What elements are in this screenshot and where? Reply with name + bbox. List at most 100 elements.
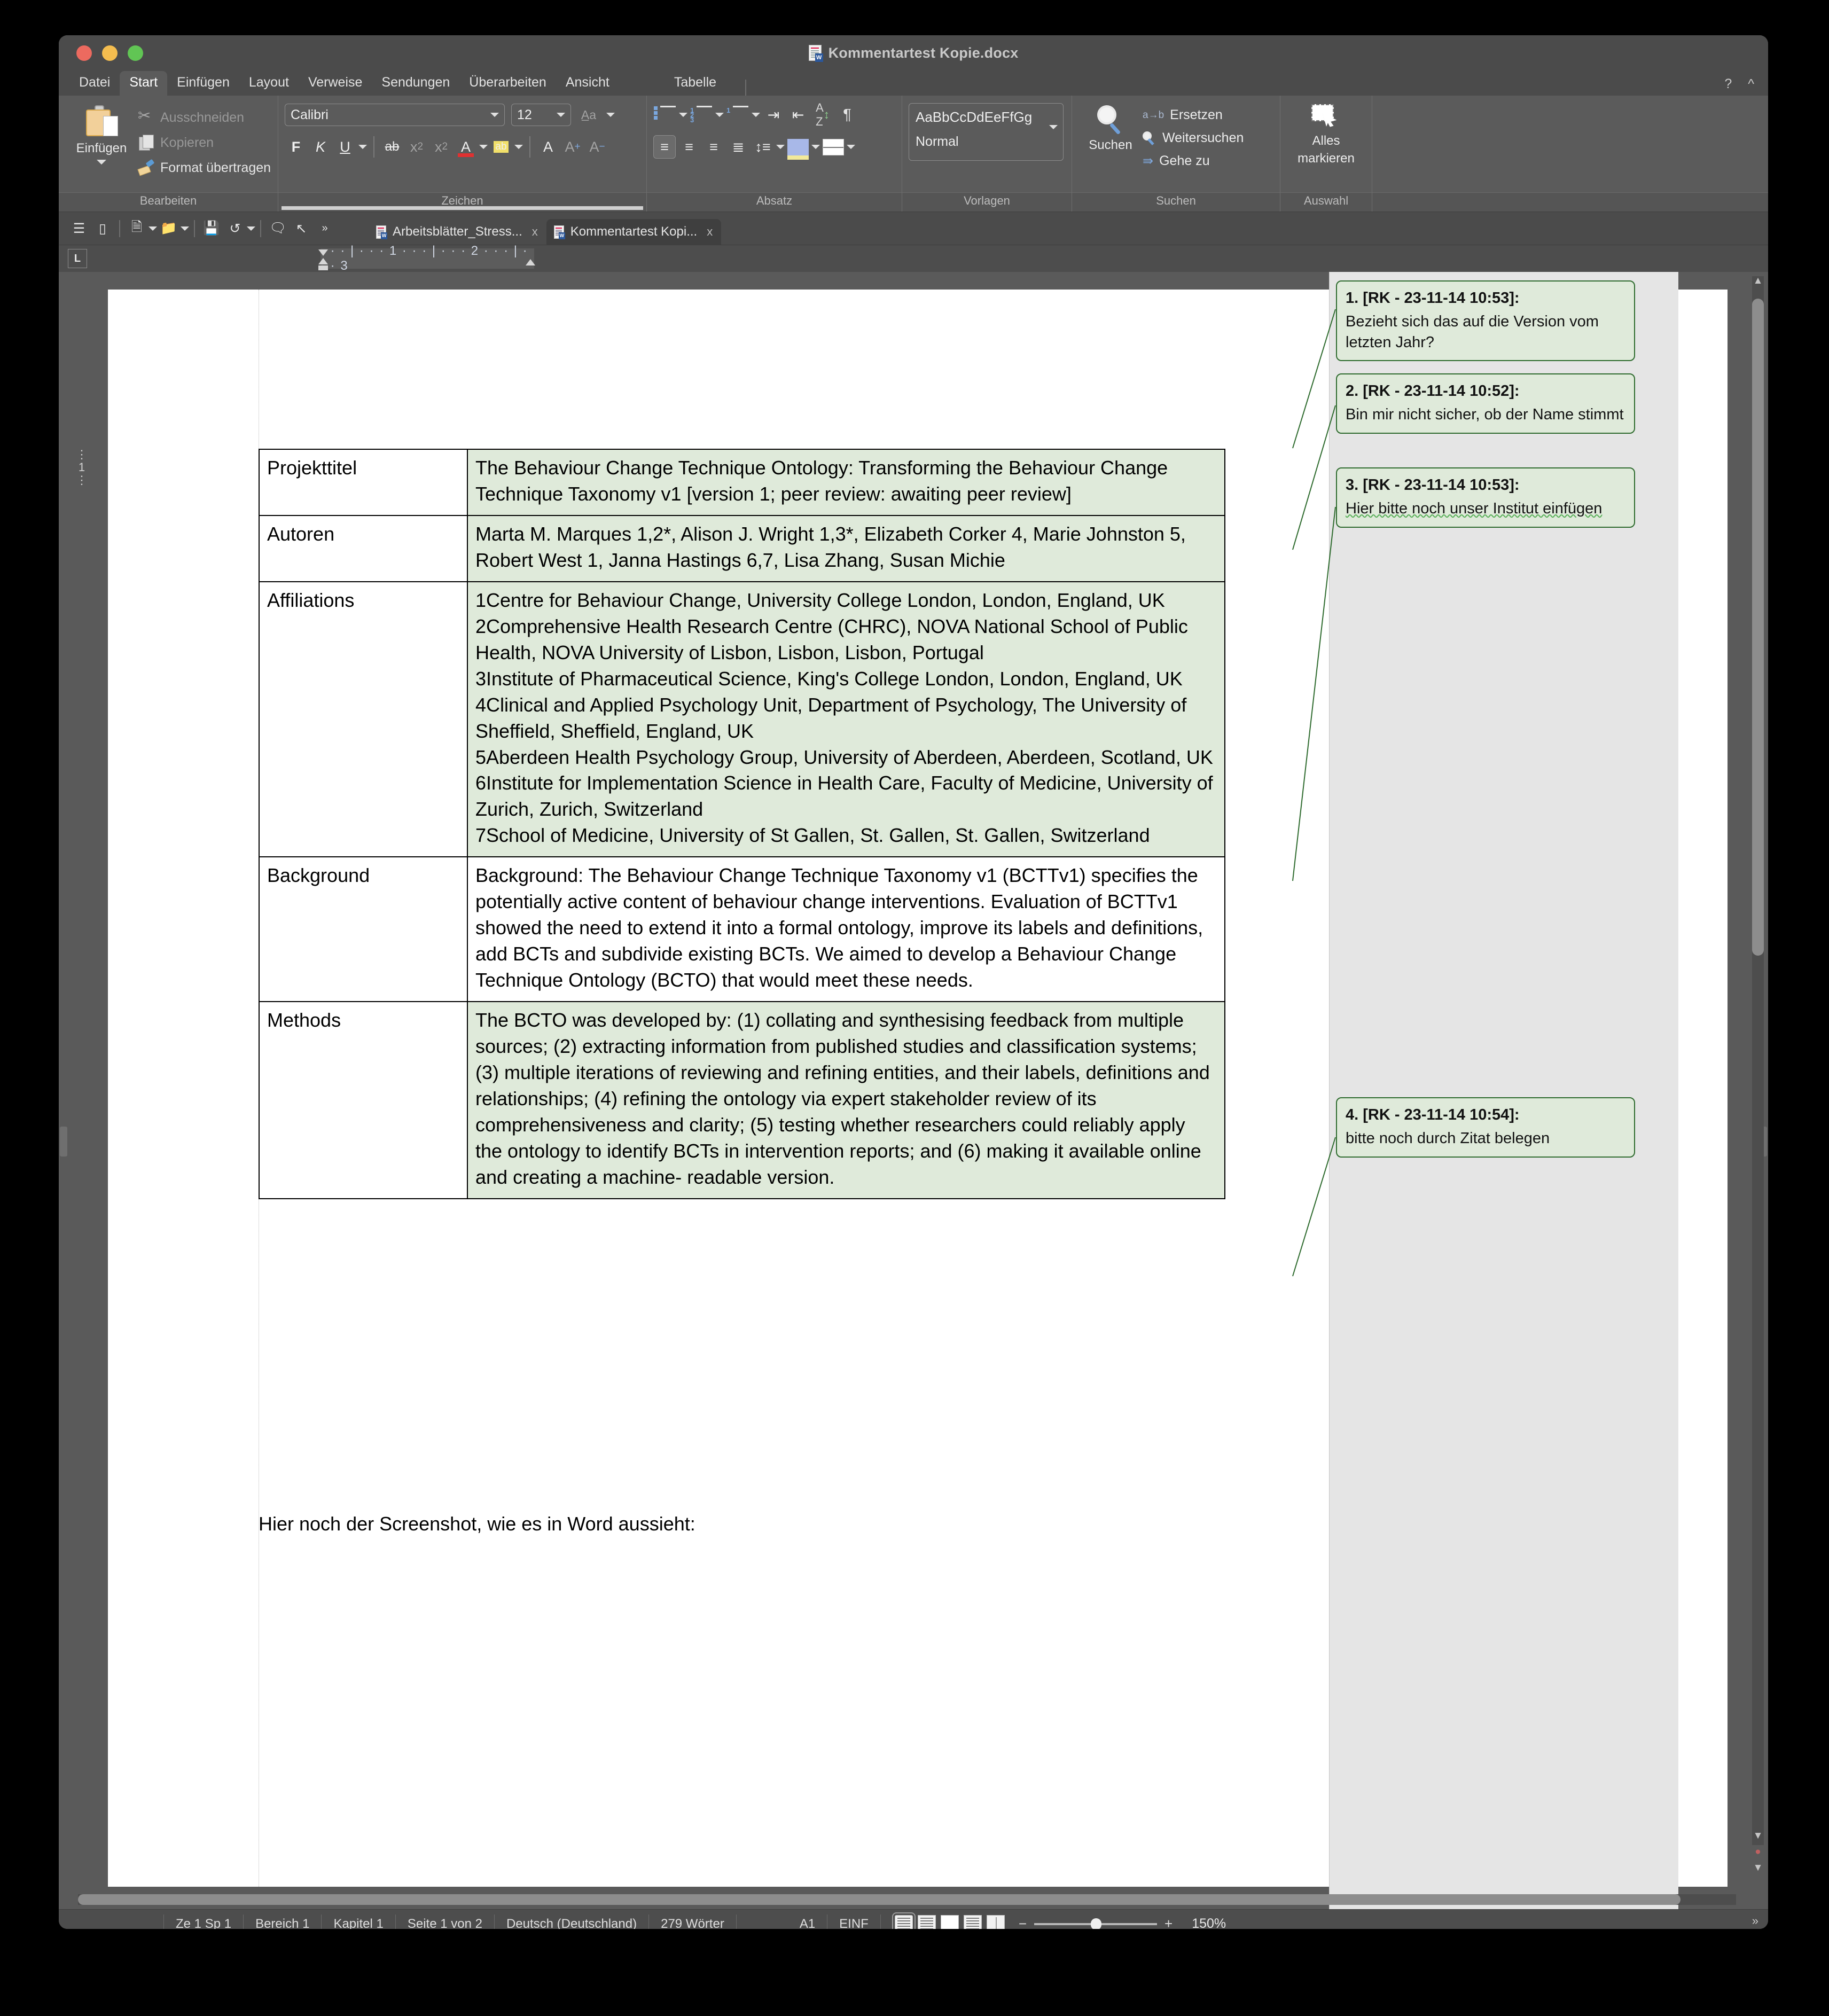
new-comment-icon[interactable]: 🗨 xyxy=(266,217,290,240)
chevron-down-icon[interactable] xyxy=(181,226,189,231)
table-cell-label[interactable]: Background xyxy=(259,856,468,1003)
find-next-button[interactable]: Weitersuchen xyxy=(1143,128,1244,148)
left-indent-marker[interactable] xyxy=(318,265,328,270)
menu-item-datei[interactable]: Datei xyxy=(69,71,120,96)
table-cell-label[interactable]: Projekttitel xyxy=(259,449,468,516)
chevron-down-icon[interactable] xyxy=(479,145,488,149)
tab-stop-selector[interactable]: L xyxy=(68,249,87,268)
close-window-button[interactable] xyxy=(76,45,92,61)
view-web-layout-icon[interactable] xyxy=(917,1915,936,1929)
multilevel-list-button[interactable]: 1 xyxy=(726,103,749,127)
decrease-indent-button[interactable]: ⇤ xyxy=(787,103,809,127)
menu-item-start[interactable]: Start xyxy=(120,71,168,96)
italic-button[interactable]: K xyxy=(309,135,332,159)
status-overflow-icon[interactable]: » xyxy=(1752,1914,1758,1928)
clear-formatting-button[interactable]: A xyxy=(537,135,559,159)
close-icon[interactable]: x xyxy=(532,225,538,239)
view-multi-page-icon[interactable] xyxy=(963,1915,982,1929)
view-single-page-icon[interactable] xyxy=(940,1915,959,1929)
table-cell-value[interactable]: 1Centre for Behaviour Change, University… xyxy=(467,581,1225,858)
status-cursor-position[interactable]: Ze 1 Sp 1 xyxy=(163,1914,244,1929)
status-insert-mode[interactable]: EINF xyxy=(827,1914,881,1929)
view-print-layout-icon[interactable] xyxy=(892,1912,916,1929)
toolbar-overflow-icon[interactable]: » xyxy=(313,217,337,240)
trailing-paragraph[interactable]: Hier noch der Screenshot, wie es in Word… xyxy=(259,1513,695,1535)
menu-item-verweise[interactable]: Verweise xyxy=(299,71,372,96)
chevron-down-icon[interactable] xyxy=(752,113,760,117)
goto-button[interactable]: ⇛ Gehe zu xyxy=(1143,151,1244,171)
style-gallery-combobox[interactable]: AaBbCcDdEeFfGg Normal xyxy=(909,103,1064,161)
increase-indent-button[interactable]: ⇥ xyxy=(762,103,785,127)
line-spacing-button[interactable]: ↕≡ xyxy=(752,135,774,159)
format-painter-button[interactable]: Format übertragen xyxy=(138,158,271,178)
table-cell-value[interactable]: Background: The Behaviour Change Techniq… xyxy=(467,856,1225,1003)
menu-item-sendungen[interactable]: Sendungen xyxy=(372,71,459,96)
table-cell-label[interactable]: Methods xyxy=(259,1001,468,1199)
underline-button[interactable]: U xyxy=(334,135,356,159)
zoom-slider-thumb[interactable] xyxy=(1091,1918,1102,1929)
table-cell-value[interactable]: The BCTO was developed by: (1) collating… xyxy=(467,1001,1225,1199)
horizontal-ruler[interactable]: · · · | · · · 1 · · · | · · · 2 · · · | … xyxy=(321,244,534,273)
horizontal-scrollbar-thumb[interactable] xyxy=(78,1894,1681,1905)
strikethrough-button[interactable]: ab xyxy=(381,135,403,159)
zoom-out-button[interactable]: − xyxy=(1019,1916,1027,1929)
window-controls[interactable] xyxy=(76,45,143,61)
select-objects-icon[interactable]: ↖ xyxy=(290,217,313,240)
menu-item-ueberarbeiten[interactable]: Überarbeiten xyxy=(459,71,556,96)
zoom-slider[interactable] xyxy=(1034,1918,1158,1929)
chevron-down-icon[interactable] xyxy=(490,113,499,117)
menu-item-tabelle[interactable]: Tabelle xyxy=(665,71,726,96)
zoom-in-button[interactable]: + xyxy=(1164,1916,1173,1929)
grow-font-button[interactable]: A + xyxy=(561,135,584,159)
paste-button[interactable]: Einfügen xyxy=(65,103,138,165)
comment-2[interactable]: 2. [RK - 23-11-14 10:52]: Bin mir nicht … xyxy=(1336,373,1635,434)
find-button[interactable]: Suchen xyxy=(1078,103,1143,153)
previous-comment-icon[interactable]: ● xyxy=(1752,1846,1764,1860)
menu-item-einfuegen[interactable]: Einfügen xyxy=(167,71,239,96)
view-book-layout-icon[interactable] xyxy=(986,1915,1005,1929)
document-table[interactable]: Projekttitel The Behaviour Change Techni… xyxy=(259,449,1225,1199)
navigation-pane-icon[interactable]: ☰ xyxy=(67,217,91,240)
bold-button[interactable]: F xyxy=(285,135,307,159)
font-name-combobox[interactable]: Calibri xyxy=(285,104,505,126)
comment-1[interactable]: 1. [RK - 23-11-14 10:53]: Bezieht sich d… xyxy=(1336,280,1635,361)
subscript-button[interactable]: x2 xyxy=(405,135,428,159)
document-tab-arbeitsblaetter[interactable]: Arbeitsblätter_Stress... x xyxy=(369,219,546,245)
cut-button[interactable]: Ausschneiden xyxy=(138,106,271,128)
align-center-button[interactable]: ≡ xyxy=(678,135,700,159)
scroll-up-icon[interactable]: ▲ xyxy=(1752,275,1764,289)
horizontal-scrollbar[interactable] xyxy=(78,1894,1736,1905)
status-language[interactable]: Deutsch (Deutschland) xyxy=(495,1914,650,1929)
next-comment-icon[interactable]: ▼ xyxy=(1752,1862,1764,1876)
justify-button[interactable]: ≣ xyxy=(727,135,749,159)
align-right-button[interactable]: ≡ xyxy=(702,135,725,159)
status-word-count[interactable]: 279 Wörter xyxy=(649,1914,737,1929)
close-icon[interactable]: x xyxy=(707,225,713,239)
status-page[interactable]: Seite 1 von 2 xyxy=(396,1914,495,1929)
left-pane-handle[interactable] xyxy=(60,1127,67,1157)
show-formatting-marks-button[interactable]: ¶ xyxy=(836,103,858,127)
shrink-font-button[interactable]: A − xyxy=(586,135,608,159)
chevron-down-icon[interactable] xyxy=(148,226,157,231)
maximize-window-button[interactable] xyxy=(128,45,143,61)
status-chapter[interactable]: Kapitel 1 xyxy=(322,1914,396,1929)
collapse-ribbon-icon[interactable]: ^ xyxy=(1748,76,1754,92)
chevron-down-icon[interactable] xyxy=(606,113,615,117)
vertical-scrollbar-thumb[interactable] xyxy=(1752,299,1764,956)
chevron-down-icon[interactable] xyxy=(247,226,255,231)
menu-item-ansicht[interactable]: Ansicht xyxy=(556,71,619,96)
vertical-scrollbar[interactable] xyxy=(1752,276,1764,1845)
font-color-button[interactable]: A xyxy=(455,135,477,159)
copy-button[interactable]: Kopieren xyxy=(138,132,271,153)
chevron-down-icon[interactable] xyxy=(679,113,687,117)
table-cell-label[interactable]: Affiliations xyxy=(259,581,468,858)
chevron-down-icon[interactable] xyxy=(557,113,565,117)
chevron-down-icon[interactable] xyxy=(514,145,523,149)
borders-button[interactable] xyxy=(822,135,845,159)
save-icon[interactable]: 💾 xyxy=(200,217,223,240)
select-all-button[interactable]: Alles markieren xyxy=(1294,103,1358,166)
zoom-percentage[interactable]: 150% xyxy=(1192,1916,1226,1929)
help-icon[interactable]: ? xyxy=(1724,76,1732,92)
table-cell-value[interactable]: The Behaviour Change Technique Ontology:… xyxy=(467,449,1225,516)
align-left-button[interactable]: ≡ xyxy=(653,135,676,159)
